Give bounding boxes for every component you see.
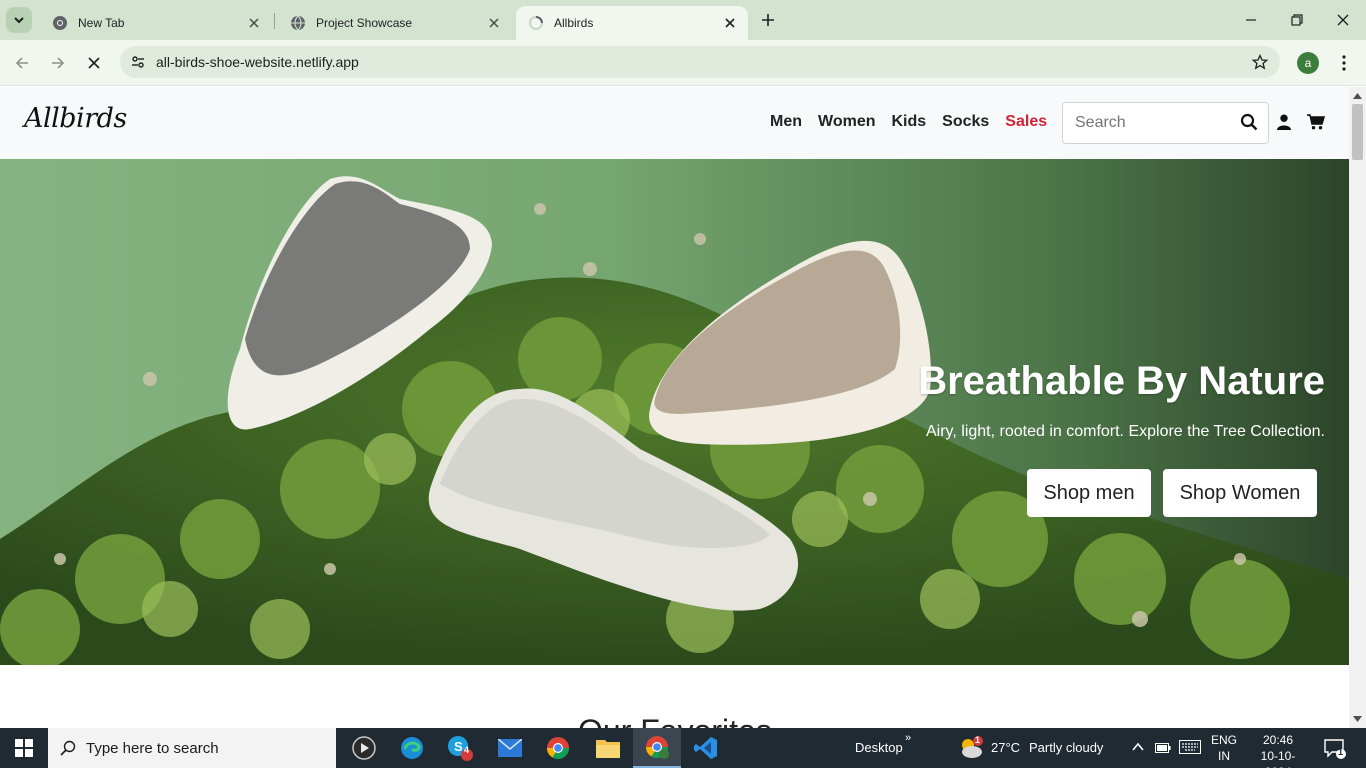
language-indicator[interactable]: ENG IN xyxy=(1206,732,1242,764)
close-icon xyxy=(88,57,100,69)
browser-toolbar: all-birds-shoe-website.netlify.app a xyxy=(0,40,1366,86)
tab-separator xyxy=(274,13,275,29)
close-icon xyxy=(1337,14,1349,26)
chrome-profile-taskbar-icon[interactable] xyxy=(633,728,681,768)
scroll-up-icon[interactable] xyxy=(1353,92,1362,100)
keyboard-icon[interactable] xyxy=(1179,740,1201,759)
forward-button[interactable] xyxy=(44,49,72,77)
windows-logo-icon xyxy=(15,739,33,757)
nav-link-men[interactable]: Men xyxy=(770,113,802,131)
taskbar-clock[interactable]: 20:46 10-10-2024 xyxy=(1248,732,1308,780)
tab-title: Allbirds xyxy=(554,16,594,30)
tab-new-tab[interactable]: New Tab xyxy=(40,6,272,40)
weather-condition[interactable]: Partly cloudy xyxy=(1029,740,1103,755)
nav-link-sales[interactable]: Sales xyxy=(1005,113,1047,131)
shop-women-button[interactable]: Shop Women xyxy=(1163,469,1317,517)
address-bar[interactable]: all-birds-shoe-website.netlify.app xyxy=(120,46,1280,78)
hero-subtitle: Airy, light, rooted in comfort. Explore … xyxy=(926,423,1325,440)
region-code: IN xyxy=(1218,749,1230,763)
site-settings-icon[interactable] xyxy=(130,54,146,70)
language-code: ENG xyxy=(1210,733,1237,747)
search-icon xyxy=(60,740,76,756)
clock-time: 20:46 xyxy=(1262,733,1294,747)
weather-temperature[interactable]: 27°C xyxy=(991,740,1020,755)
nav-link-socks[interactable]: Socks xyxy=(942,113,989,131)
file-explorer-taskbar-icon[interactable] xyxy=(584,728,632,768)
restore-icon xyxy=(1291,14,1303,26)
svg-text:S: S xyxy=(454,739,463,754)
main-menu: Men Women Kids Socks Sales xyxy=(770,113,1063,131)
chevron-down-icon xyxy=(14,17,24,24)
hero-image xyxy=(0,159,1349,665)
minimize-button[interactable] xyxy=(1228,0,1274,40)
minimize-icon xyxy=(1246,19,1256,21)
media-player-taskbar-icon[interactable] xyxy=(340,728,388,768)
skype-taskbar-icon[interactable]: S 4 xyxy=(436,728,484,768)
browser-menu-button[interactable] xyxy=(1334,52,1354,74)
close-icon[interactable] xyxy=(722,15,738,31)
desktop-toolbar-label[interactable]: Desktop xyxy=(855,740,903,755)
notification-center-icon[interactable]: 1 xyxy=(1324,738,1346,765)
close-icon[interactable] xyxy=(246,15,262,31)
stop-loading-button[interactable] xyxy=(80,49,108,77)
search-icon[interactable] xyxy=(1240,113,1258,136)
url-text: all-birds-shoe-website.netlify.app xyxy=(156,54,359,70)
nav-link-kids[interactable]: Kids xyxy=(891,113,926,131)
shop-men-button[interactable]: Shop men xyxy=(1027,469,1151,517)
site-search xyxy=(1062,102,1269,144)
arrow-left-icon xyxy=(15,57,28,69)
close-window-button[interactable] xyxy=(1320,0,1366,40)
scroll-down-icon[interactable] xyxy=(1353,715,1362,723)
more-vertical-icon xyxy=(1342,55,1346,71)
plus-icon xyxy=(762,14,774,26)
page-viewport: Allbirds Men Women Kids Socks Sales Sear… xyxy=(0,87,1349,728)
taskbar-search-box[interactable]: Type here to search xyxy=(48,728,336,768)
restore-button[interactable] xyxy=(1274,0,1320,40)
weather-icon[interactable]: 1 xyxy=(958,735,984,765)
back-button[interactable] xyxy=(8,49,36,77)
edge-taskbar-icon[interactable] xyxy=(388,728,436,768)
page-scrollbar[interactable] xyxy=(1349,87,1366,728)
taskbar-search-placeholder: Type here to search xyxy=(86,739,219,757)
mail-taskbar-icon[interactable] xyxy=(486,728,534,768)
site-navbar: Allbirds Men Women Kids Socks Sales xyxy=(0,87,1349,159)
vscode-taskbar-icon[interactable] xyxy=(682,728,730,768)
search-input[interactable] xyxy=(1075,114,1235,132)
weather-alert-badge: 1 xyxy=(975,735,981,745)
globe-icon xyxy=(290,15,306,31)
new-tab-button[interactable] xyxy=(756,8,780,32)
tab-title: Project Showcase xyxy=(316,16,413,30)
chevron-up-icon[interactable] xyxy=(1131,740,1145,759)
tab-project-showcase[interactable]: Project Showcase xyxy=(278,6,512,40)
tab-allbirds-active[interactable]: Allbirds xyxy=(516,6,748,40)
browser-tab-strip: New Tab Project Showcase Allbirds xyxy=(0,0,1366,40)
site-logo[interactable]: Allbirds xyxy=(24,103,127,134)
profile-avatar[interactable]: a xyxy=(1297,52,1319,74)
chrome-icon xyxy=(52,15,68,31)
start-button[interactable] xyxy=(0,728,48,768)
cart-icon[interactable] xyxy=(1307,114,1325,135)
favorites-section-title: Our Favorites xyxy=(578,713,772,728)
double-chevron-icon[interactable]: » xyxy=(905,732,911,744)
bookmark-star-icon[interactable] xyxy=(1251,53,1269,75)
clock-date: 10-10-2024 xyxy=(1260,749,1296,779)
windows-taskbar: Type here to search S 4 Desktop » 1 27°C… xyxy=(0,728,1366,779)
nav-link-women[interactable]: Women xyxy=(818,113,875,131)
battery-icon[interactable] xyxy=(1155,741,1171,759)
tab-search-dropdown-button[interactable] xyxy=(6,7,32,33)
notification-count: 1 xyxy=(1338,747,1344,757)
loading-spinner-icon xyxy=(528,15,544,31)
arrow-right-icon xyxy=(52,57,65,69)
user-icon[interactable] xyxy=(1276,114,1292,135)
scroll-thumb[interactable] xyxy=(1352,104,1363,160)
chrome-taskbar-icon[interactable] xyxy=(534,728,582,768)
hero-banner: Breathable By Nature Airy, light, rooted… xyxy=(0,159,1349,665)
tab-title: New Tab xyxy=(78,16,125,30)
skype-badge: 4 xyxy=(464,745,470,755)
close-icon[interactable] xyxy=(486,15,502,31)
hero-title: Breathable By Nature xyxy=(918,359,1325,403)
